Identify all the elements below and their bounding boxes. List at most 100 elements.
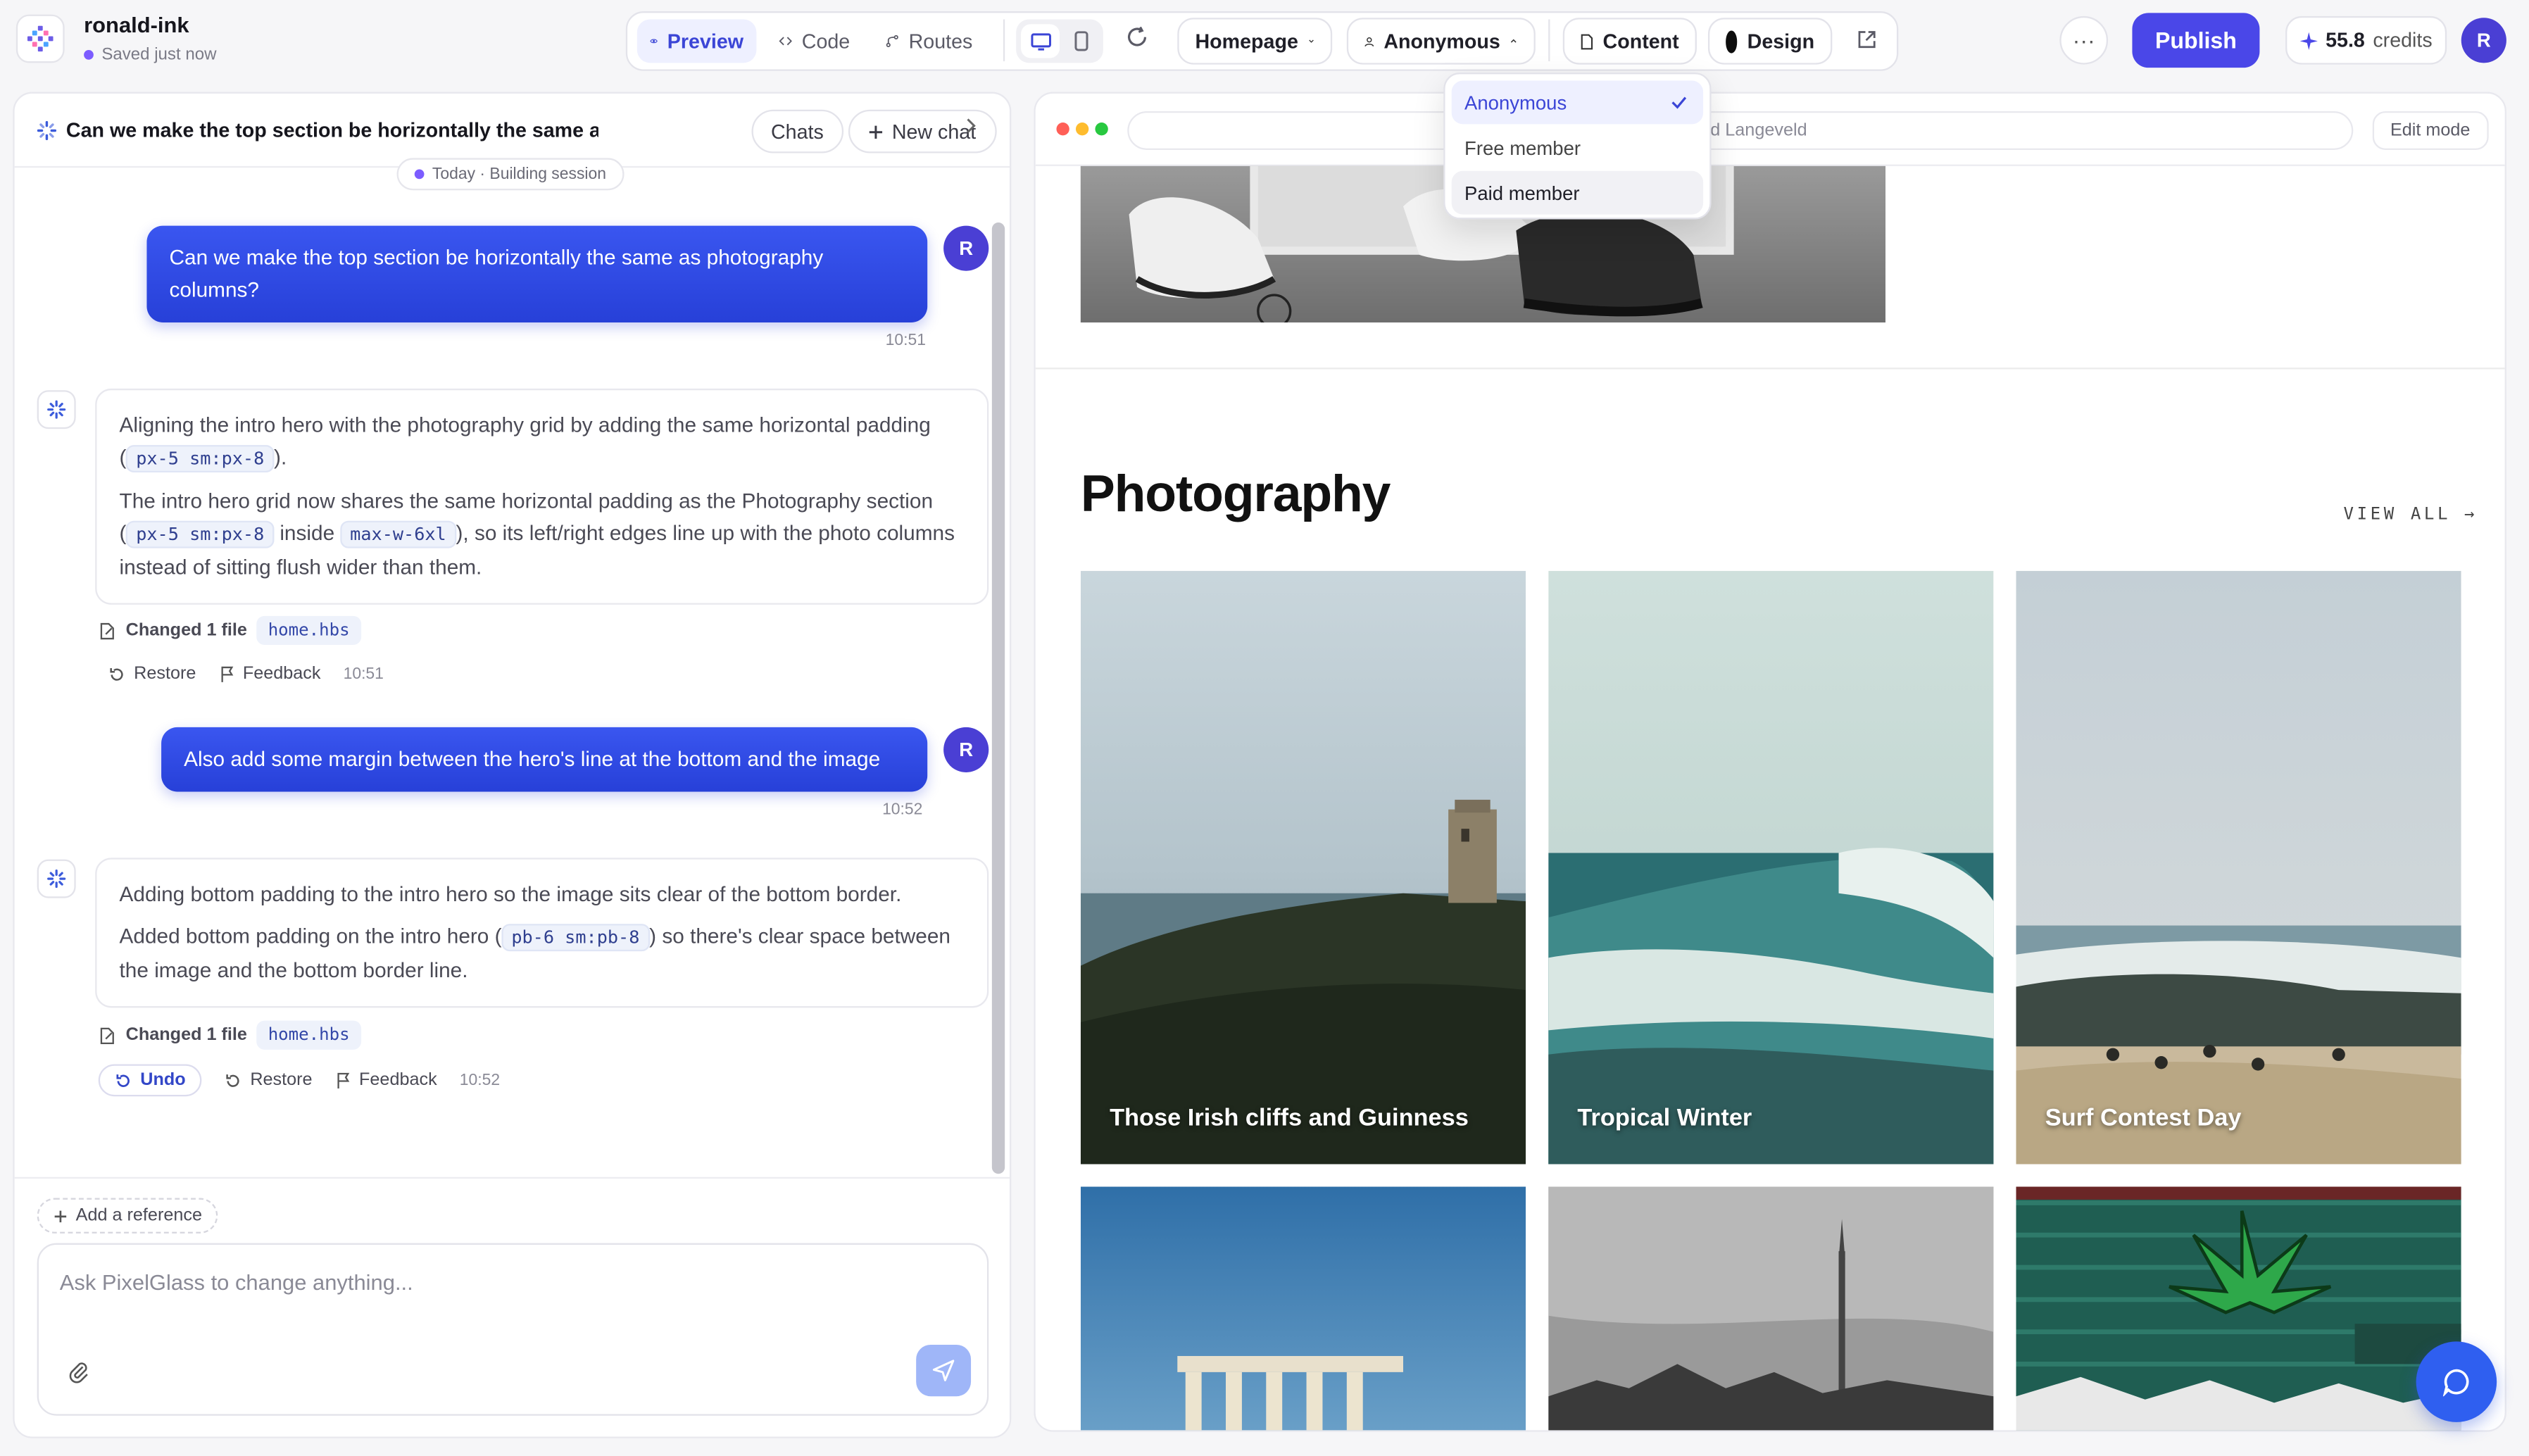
photo-card[interactable]: Those Irish cliffs and Guinness xyxy=(1080,570,1526,1165)
message-actions: Restore Feedback 10:51 xyxy=(108,665,384,684)
app-logo[interactable] xyxy=(15,14,65,63)
audience-dropdown: Anonymous Free member Paid member xyxy=(1443,73,1712,220)
message-time: 10:52 xyxy=(459,1071,501,1089)
publish-label: Publish xyxy=(2155,27,2237,54)
attach-button[interactable] xyxy=(68,1361,89,1392)
edit-mode-button[interactable]: Edit mode xyxy=(2372,111,2488,150)
design-button-label: Design xyxy=(1747,30,1815,53)
photo-image xyxy=(1548,570,1994,1165)
desktop-icon xyxy=(1030,32,1050,50)
page-select-value: Homepage xyxy=(1195,30,1298,53)
restore-icon xyxy=(226,1073,239,1086)
feedback-button[interactable]: Feedback xyxy=(218,665,321,684)
preview-panel: ld Langeveld Edit mode Photography VIEW … xyxy=(1034,92,2506,1432)
chevron-right-icon xyxy=(967,118,976,133)
chat-input[interactable]: Ask PixelGlass to change anything... xyxy=(60,1271,413,1295)
audience-select[interactable]: Anonymous xyxy=(1346,18,1536,65)
text: Added bottom padding on the intro hero ( xyxy=(119,924,502,948)
routes-icon xyxy=(886,34,898,47)
section-title: Photography xyxy=(1080,464,1391,522)
assistant-icon xyxy=(47,400,66,419)
chat-scrollbar[interactable] xyxy=(991,222,1005,1174)
restore-label: Restore xyxy=(250,1070,313,1091)
flag-icon xyxy=(220,665,233,682)
assistant-icon xyxy=(47,870,66,889)
url-field[interactable]: ld Langeveld xyxy=(1127,111,2354,150)
audience-option-paid[interactable]: Paid member xyxy=(1451,170,1704,215)
restore-label: Restore xyxy=(134,664,196,684)
photo-card[interactable] xyxy=(1548,1186,1994,1431)
changed-files: Changed 1 file home.hbs xyxy=(99,1020,361,1050)
desktop-button[interactable] xyxy=(1021,24,1060,58)
restore-button[interactable]: Restore xyxy=(108,665,196,684)
file-chip[interactable]: home.hbs xyxy=(256,615,361,646)
message-actions: Undo Restore Feedback 10:52 xyxy=(98,1064,501,1097)
flag-icon xyxy=(337,1072,349,1088)
browser-bar: ld Langeveld Edit mode xyxy=(1035,93,2505,166)
content-button-label: Content xyxy=(1602,30,1679,53)
chats-button-label: Chats xyxy=(771,120,824,143)
refresh-button[interactable] xyxy=(1126,26,1148,57)
undo-button[interactable]: Undo xyxy=(98,1064,202,1097)
divider xyxy=(1003,19,1005,62)
add-reference-button[interactable]: Add a reference xyxy=(37,1198,218,1234)
logo-icon xyxy=(27,25,54,52)
send-icon xyxy=(932,1360,955,1381)
photo-card[interactable] xyxy=(1080,1186,1526,1431)
photo-card[interactable]: Surf Contest Day xyxy=(2016,570,2461,1165)
open-external-button[interactable] xyxy=(1857,29,1878,58)
more-menu-button[interactable]: ··· xyxy=(2059,15,2109,65)
assistant-paragraph: The intro hero grid now shares the same … xyxy=(120,485,965,584)
assistant-avatar xyxy=(37,859,76,898)
tab-code[interactable]: Code xyxy=(766,19,862,63)
edit-mode-label: Edit mode xyxy=(2390,120,2471,141)
maximize-dot-icon xyxy=(1095,123,1108,136)
content-button[interactable]: Content xyxy=(1562,18,1697,65)
view-all-link[interactable]: VIEW ALL → xyxy=(2344,505,2478,524)
sparkle-icon xyxy=(2299,31,2318,49)
plus-icon xyxy=(54,1210,67,1222)
audience-option-anonymous[interactable]: Anonymous xyxy=(1451,80,1704,125)
send-button[interactable] xyxy=(916,1344,972,1397)
user-icon xyxy=(1364,36,1374,46)
feedback-button[interactable]: Feedback xyxy=(335,1071,437,1090)
photo-caption: Tropical Winter xyxy=(1577,1104,1752,1132)
user-avatar[interactable]: R xyxy=(2461,18,2506,63)
paperclip-icon xyxy=(69,1362,88,1383)
publish-button[interactable]: Publish xyxy=(2132,13,2260,68)
user-message: Can we make the top section be horizonta… xyxy=(146,225,928,323)
user-message-avatar-initial: R xyxy=(959,738,974,761)
minimize-dot-icon xyxy=(1075,123,1089,136)
chats-button[interactable]: Chats xyxy=(751,109,843,153)
support-chat-button[interactable] xyxy=(2416,1341,2497,1422)
photo-card[interactable] xyxy=(2016,1186,2461,1431)
photo-card[interactable]: Tropical Winter xyxy=(1548,570,1994,1165)
collapse-panel-button[interactable] xyxy=(963,115,979,144)
chat-panel: Can we make the top section be horizonta… xyxy=(13,92,1012,1438)
device-toggle xyxy=(1016,19,1103,63)
text: inside xyxy=(274,520,341,546)
assistant-avatar xyxy=(37,390,76,429)
user-message-avatar-initial: R xyxy=(959,237,974,260)
divider xyxy=(1548,19,1550,62)
file-chip[interactable]: home.hbs xyxy=(256,1020,361,1050)
chat-composer[interactable]: Ask PixelGlass to change anything... xyxy=(37,1243,989,1416)
assistant-paragraph: Added bottom padding on the intro hero (… xyxy=(120,921,965,987)
loading-spinner-icon xyxy=(37,120,57,141)
restore-button[interactable]: Restore xyxy=(225,1071,313,1090)
credits-badge[interactable]: 55.8 credits xyxy=(2285,15,2447,65)
page-select[interactable]: Homepage xyxy=(1177,18,1333,65)
changed-files-label: Changed 1 file xyxy=(125,1025,247,1045)
option-label: Free member xyxy=(1464,136,1581,159)
tab-routes[interactable]: Routes xyxy=(872,19,985,63)
design-button[interactable]: Design xyxy=(1707,18,1833,65)
more-icon: ··· xyxy=(2072,27,2095,54)
audience-option-free[interactable]: Free member xyxy=(1452,126,1703,170)
mobile-button[interactable] xyxy=(1063,24,1098,58)
code-snippet: pb-6 sm:pb-8 xyxy=(501,924,650,952)
session-dot xyxy=(414,169,425,180)
option-label: Paid member xyxy=(1464,181,1580,204)
plus-icon xyxy=(869,125,883,138)
status-dot xyxy=(84,49,94,60)
tab-preview[interactable]: Preview xyxy=(636,19,757,63)
